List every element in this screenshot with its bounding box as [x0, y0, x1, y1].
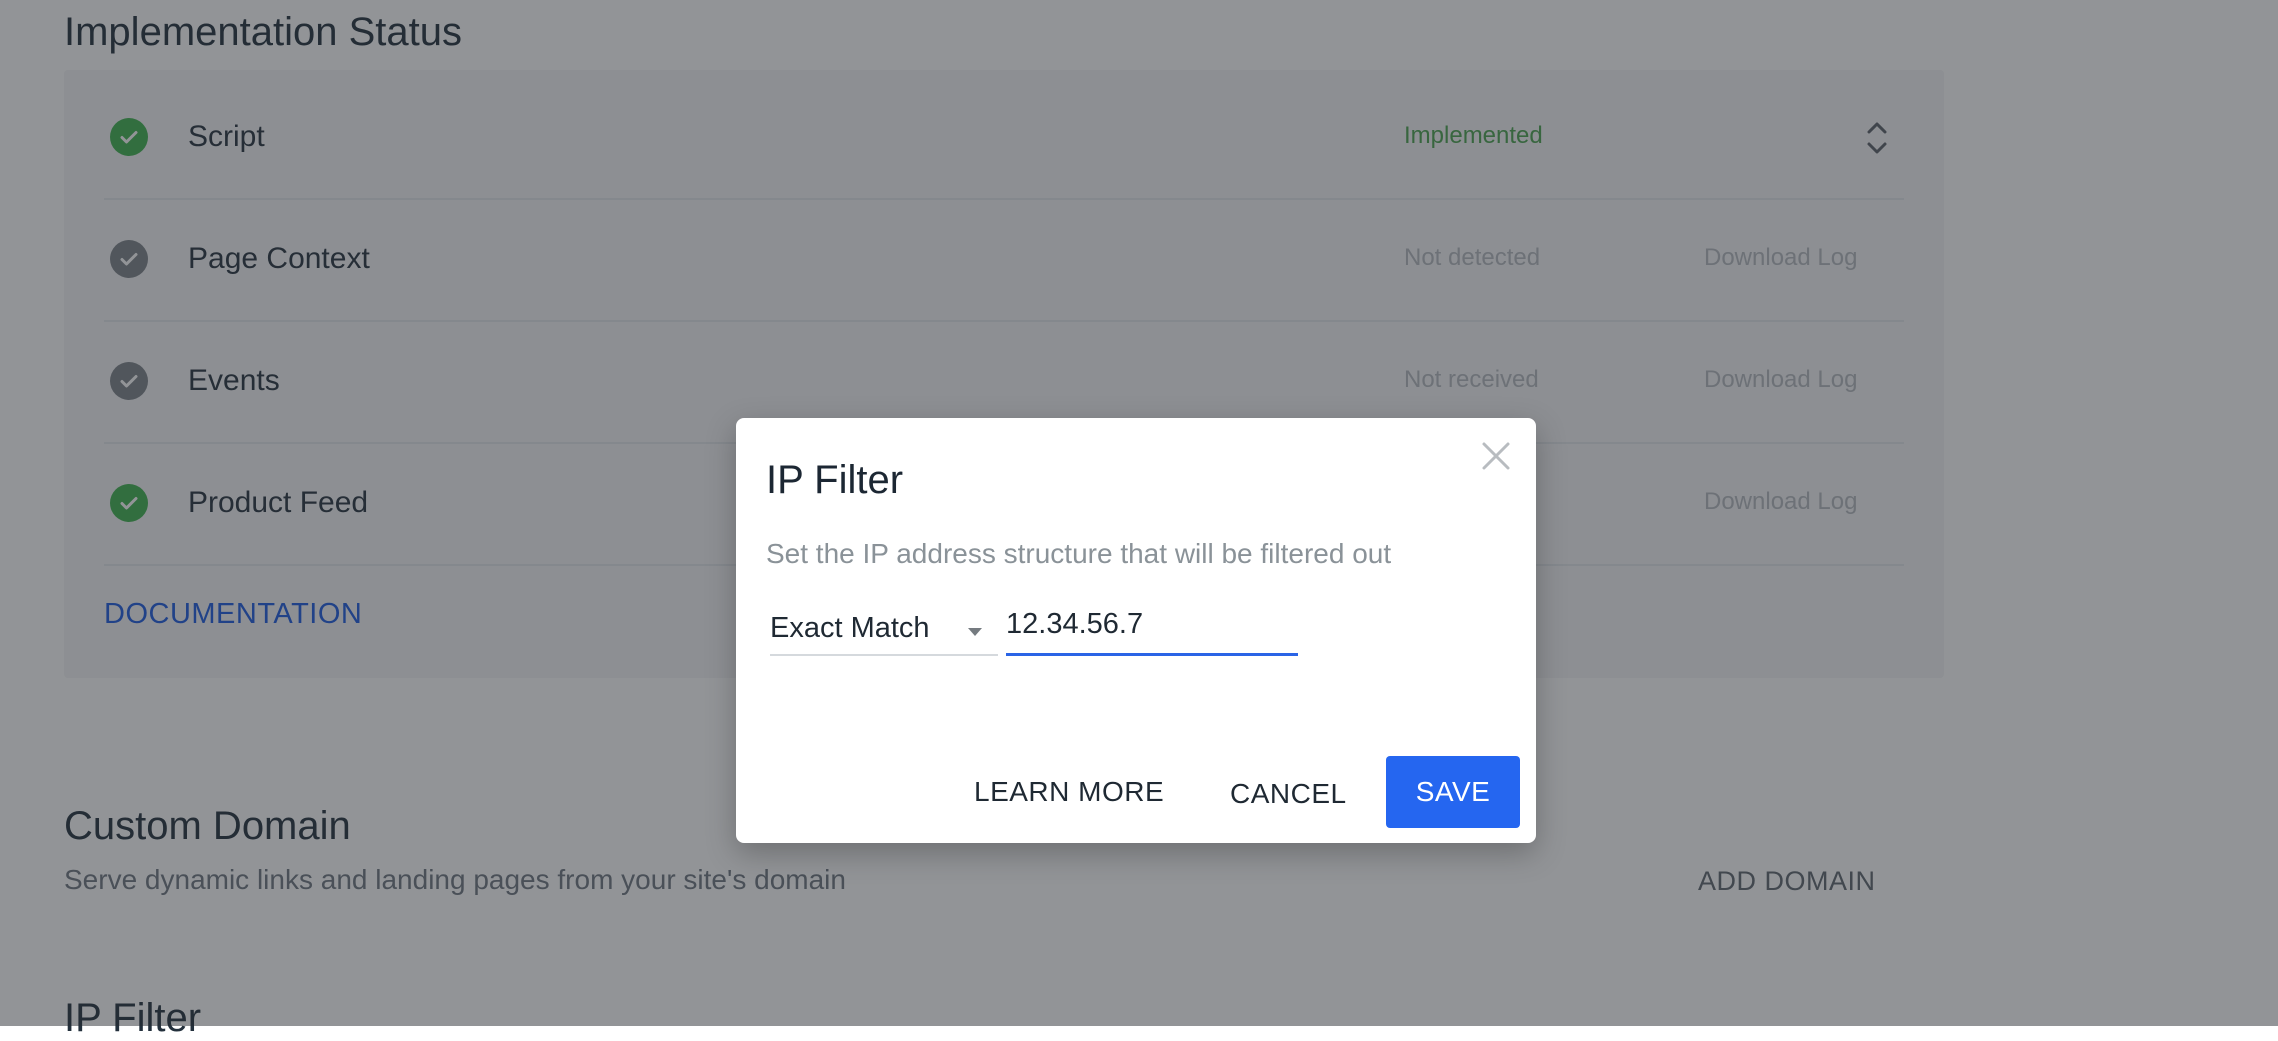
ip-filter-dialog: IP Filter Set the IP address structure t… [736, 418, 1536, 843]
learn-more-button[interactable]: LEARN MORE [974, 776, 1164, 808]
match-type-select[interactable]: Exact Match [770, 604, 998, 656]
chevron-down-icon [968, 628, 982, 636]
ip-address-input[interactable] [1006, 602, 1298, 656]
close-icon[interactable] [1476, 436, 1516, 476]
dialog-description: Set the IP address structure that will b… [766, 538, 1392, 569]
save-button[interactable]: SAVE [1386, 756, 1520, 828]
cancel-button[interactable]: CANCEL [1230, 778, 1347, 810]
dialog-title: IP Filter [766, 458, 904, 502]
match-type-value: Exact Match [770, 612, 930, 644]
